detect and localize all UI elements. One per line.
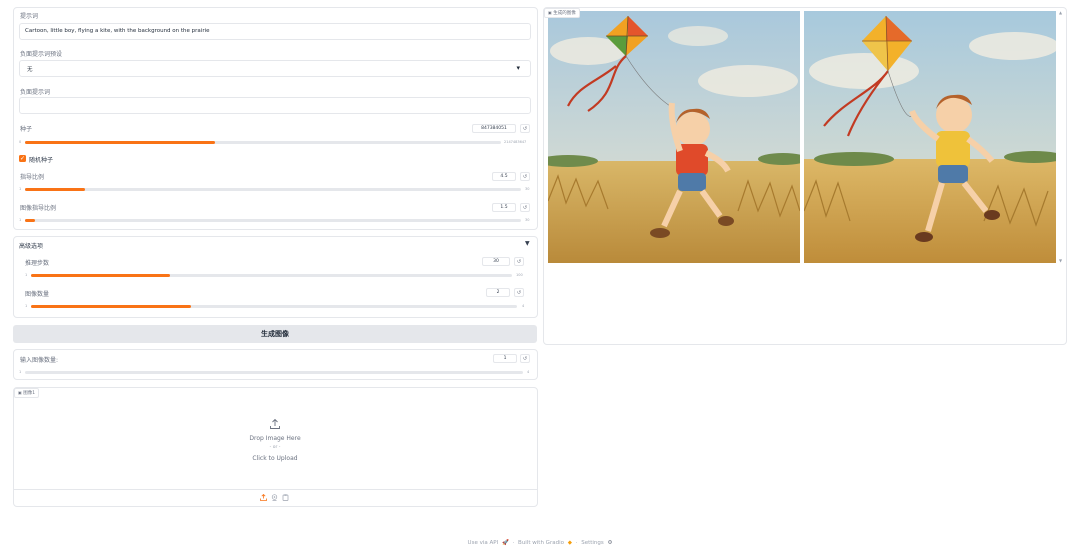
- steps-slider-fill: [31, 274, 171, 277]
- use-via-api-link[interactable]: Use via API: [468, 540, 499, 546]
- steps-number-input[interactable]: 30: [482, 257, 510, 266]
- input-count-min: 1: [19, 370, 22, 374]
- gradio-logo-icon: ◆: [567, 540, 572, 546]
- upload-source-icon[interactable]: [260, 494, 267, 501]
- input-count-number-input[interactable]: 1: [493, 354, 517, 363]
- scroll-down-icon[interactable]: ▼: [1059, 258, 1062, 263]
- random-seed-checkbox[interactable]: ✓: [19, 155, 26, 162]
- generate-button[interactable]: 生成图像: [13, 325, 537, 343]
- upload-icon: [270, 418, 280, 429]
- built-with-gradio-link[interactable]: Built with Gradio: [518, 540, 564, 546]
- image-guidance-max: 30: [525, 218, 530, 222]
- clipboard-icon[interactable]: [282, 494, 289, 501]
- webcam-icon[interactable]: [271, 494, 278, 501]
- negative-prompt-input[interactable]: [19, 97, 531, 114]
- guidance-max: 30: [525, 187, 530, 191]
- seed-min: 0: [19, 140, 22, 144]
- steps-slider[interactable]: [31, 274, 512, 277]
- steps-min: 1: [25, 273, 28, 277]
- input-count-max: 4: [527, 370, 530, 374]
- image-guidance-label: 图像指导比例: [20, 205, 57, 212]
- image-icon: ▣: [548, 10, 552, 15]
- negative-preset-value: 无: [27, 67, 33, 73]
- guidance-reset-button[interactable]: ↺: [520, 172, 530, 181]
- guidance-slider-fill: [25, 188, 85, 191]
- steps-max: 100: [516, 273, 523, 277]
- rocket-icon: 🚀: [501, 540, 509, 546]
- seed-reset-button[interactable]: ↺: [520, 124, 530, 133]
- steps-label: 推理步数: [25, 260, 50, 267]
- prompt-text: Cartoon, little boy, flying a kite, with…: [25, 28, 210, 34]
- negative-preset-dropdown[interactable]: 无 ▾: [19, 60, 531, 77]
- gallery-label: 生成的图像: [553, 11, 576, 16]
- image-guidance-slider-fill: [25, 219, 35, 222]
- input-count-panel: [13, 349, 538, 380]
- image-icon: ▣: [18, 390, 22, 395]
- input-count-label: 输入图像数量:: [20, 357, 59, 364]
- or-text: - or -: [269, 445, 281, 450]
- settings-panel: [13, 7, 538, 230]
- negative-prompt-label: 负面提示词: [20, 89, 51, 96]
- num-images-reset-button[interactable]: ↺: [514, 288, 524, 297]
- triangle-down-icon[interactable]: ▼: [525, 240, 530, 247]
- seed-label: 种子: [20, 126, 33, 133]
- generated-image-1[interactable]: [548, 11, 800, 263]
- click-to-upload-text[interactable]: Click to Upload: [14, 455, 536, 462]
- chevron-down-icon: ▾: [516, 64, 520, 72]
- num-images-number-input[interactable]: 2: [486, 288, 510, 297]
- footer-separator: ·: [575, 540, 578, 546]
- footer: Use via API 🚀 · Built with Gradio ◆ · Se…: [0, 540, 1080, 546]
- image1-badge-label: 图像1: [23, 391, 36, 396]
- guidance-min: 1: [19, 187, 22, 191]
- image-guidance-number-input[interactable]: 1.5: [492, 203, 516, 212]
- image-guidance-reset-button[interactable]: ↺: [520, 203, 530, 212]
- seed-slider-fill: [25, 141, 216, 144]
- prompt-label: 提示词: [20, 13, 39, 20]
- num-images-label: 图像数量: [25, 291, 50, 298]
- generated-image-2[interactable]: [804, 11, 1056, 263]
- guidance-number-input[interactable]: 4.5: [492, 172, 516, 181]
- input-count-reset-button[interactable]: ↺: [520, 354, 530, 363]
- seed-number-input[interactable]: 847384051: [472, 124, 516, 133]
- seed-max: 2147483647: [504, 140, 527, 144]
- steps-reset-button[interactable]: ↺: [514, 257, 524, 266]
- settings-link[interactable]: Settings: [581, 540, 604, 546]
- num-images-slider[interactable]: [31, 305, 517, 308]
- prompt-input[interactable]: Cartoon, little boy, flying a kite, with…: [19, 23, 531, 40]
- footer-separator: ·: [512, 540, 515, 546]
- gear-icon: ⚙: [607, 540, 613, 546]
- scroll-up-icon[interactable]: ▲: [1059, 10, 1062, 15]
- num-images-slider-fill: [31, 305, 192, 308]
- input-count-slider[interactable]: [25, 371, 523, 374]
- advanced-options-toggle[interactable]: 高级选项: [19, 241, 43, 250]
- image-guidance-slider[interactable]: [25, 219, 521, 222]
- image-guidance-min: 1: [19, 218, 22, 222]
- random-seed-label: 随机种子: [29, 157, 54, 164]
- image1-badge: ▣ 图像1: [14, 388, 40, 398]
- num-images-min: 1: [25, 304, 28, 308]
- guidance-slider[interactable]: [25, 188, 521, 191]
- negative-preset-label: 负面提示词预设: [20, 51, 63, 58]
- upload-toolbar-divider: [14, 489, 537, 490]
- drop-image-text: Drop Image Here: [249, 435, 301, 442]
- guidance-label: 指导比例: [20, 174, 45, 181]
- num-images-max: 4: [522, 304, 525, 308]
- gallery-badge: ▣ 生成的图像: [544, 8, 580, 18]
- seed-slider[interactable]: [25, 141, 501, 144]
